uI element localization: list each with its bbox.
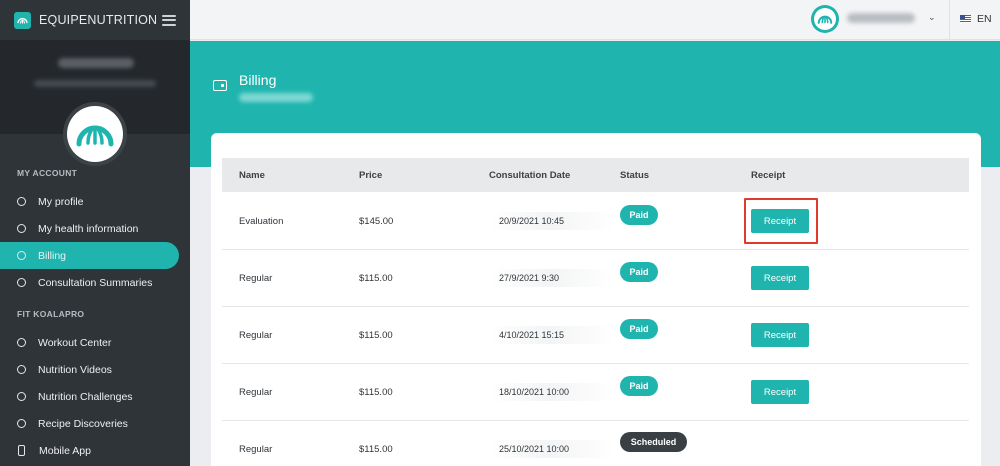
table-row: Regular $115.00 27/9/2021 9:30 Paid Rece… bbox=[222, 250, 969, 307]
row-name: Regular bbox=[239, 330, 273, 341]
circle-icon bbox=[17, 338, 26, 347]
brand-bar: EQUIPENUTRITION bbox=[0, 0, 190, 40]
row-price: $145.00 bbox=[359, 216, 394, 227]
sidebar-item-health-information[interactable]: My health information bbox=[0, 215, 190, 242]
circle-icon bbox=[17, 224, 26, 233]
sidebar-item-label: Nutrition Videos bbox=[38, 363, 112, 376]
table-row: Regular $115.00 18/10/2021 10:00 Paid Re… bbox=[222, 364, 969, 421]
chevron-down-icon[interactable]: ⌄ bbox=[928, 12, 936, 23]
billing-card: Name Price Consultation Date Status Rece… bbox=[211, 133, 981, 466]
receipt-button[interactable]: Receipt bbox=[751, 380, 809, 404]
sidebar-item-label: Mobile App bbox=[39, 444, 91, 457]
sidebar-item-label: My health information bbox=[38, 222, 139, 235]
row-name: Regular bbox=[239, 273, 273, 284]
logo-mark-icon bbox=[76, 125, 114, 147]
status-badge: Paid bbox=[620, 205, 658, 225]
circle-icon bbox=[17, 365, 26, 374]
row-name: Regular bbox=[239, 444, 273, 455]
row-price: $115.00 bbox=[359, 330, 393, 341]
sidebar-item-label: My profile bbox=[38, 195, 84, 208]
redacted-user-email bbox=[34, 80, 156, 87]
row-name: Evaluation bbox=[239, 216, 284, 227]
column-header-date: Consultation Date bbox=[489, 169, 571, 181]
row-date: 25/10/2021 10:00 bbox=[489, 440, 613, 458]
row-price: $115.00 bbox=[359, 273, 393, 284]
column-header-price: Price bbox=[359, 169, 383, 181]
logo-mark-icon bbox=[817, 15, 833, 24]
row-date: 20/9/2021 10:45 bbox=[489, 212, 613, 230]
table-row: Regular $115.00 25/10/2021 10:00 Schedul… bbox=[222, 421, 969, 466]
phone-icon bbox=[18, 445, 25, 456]
section-fit-koalapro: FIT KOALAPRO bbox=[17, 309, 85, 319]
column-header-status: Status bbox=[620, 169, 650, 181]
sidebar-item-label: Nutrition Challenges bbox=[38, 390, 133, 403]
row-date: 4/10/2021 15:15 bbox=[489, 326, 613, 344]
receipt-button[interactable]: Receipt bbox=[751, 266, 809, 290]
page-title: Billing bbox=[239, 72, 277, 88]
receipt-button[interactable]: Receipt bbox=[751, 209, 809, 233]
avatar[interactable] bbox=[63, 102, 127, 166]
table-header: Name Price Consultation Date Status Rece… bbox=[222, 158, 969, 192]
sidebar-item-nutrition-challenges[interactable]: Nutrition Challenges bbox=[0, 383, 190, 410]
row-date: 18/10/2021 10:00 bbox=[489, 383, 613, 401]
us-flag-icon bbox=[960, 15, 971, 23]
brand-logo-icon bbox=[14, 11, 31, 29]
sidebar-item-label: Workout Center bbox=[38, 336, 112, 349]
sidebar-item-nutrition-videos[interactable]: Nutrition Videos bbox=[0, 356, 190, 383]
menu-toggle-icon[interactable] bbox=[162, 14, 176, 26]
sidebar-item-consultation-summaries[interactable]: Consultation Summaries bbox=[0, 269, 190, 296]
status-badge: Paid bbox=[620, 376, 658, 396]
topbar: ⌄ EN bbox=[190, 0, 1000, 40]
sidebar-item-my-profile[interactable]: My profile bbox=[0, 188, 190, 215]
sidebar-item-label: Consultation Summaries bbox=[38, 276, 153, 289]
redacted-user-name bbox=[58, 58, 134, 68]
table-row: Regular $115.00 4/10/2021 15:15 Paid Rec… bbox=[222, 307, 969, 364]
sidebar-item-label: Billing bbox=[38, 249, 67, 262]
row-date: 27/9/2021 9:30 bbox=[489, 269, 613, 287]
sidebar-item-label: Recipe Discoveries bbox=[38, 417, 128, 430]
sidebar-item-mobile-app[interactable]: Mobile App bbox=[0, 437, 190, 464]
brand-name: EQUIPENUTRITION bbox=[39, 13, 158, 27]
status-badge: Paid bbox=[620, 319, 658, 339]
language-label: EN bbox=[977, 13, 992, 25]
sidebar: EQUIPENUTRITION MY ACCOUNT My profile My… bbox=[0, 0, 190, 466]
redacted-page-subtitle bbox=[239, 93, 313, 102]
row-price: $115.00 bbox=[359, 387, 393, 398]
circle-icon bbox=[17, 278, 26, 287]
language-selector[interactable]: EN bbox=[960, 13, 992, 25]
circle-icon bbox=[17, 251, 26, 260]
status-badge: Scheduled bbox=[620, 432, 687, 452]
table-row: Evaluation $145.00 20/9/2021 10:45 Paid … bbox=[222, 193, 969, 250]
status-badge: Paid bbox=[620, 262, 658, 282]
receipt-button[interactable]: Receipt bbox=[751, 323, 809, 347]
billing-icon bbox=[213, 80, 227, 91]
redacted-user-menu-name[interactable] bbox=[847, 13, 915, 23]
sidebar-item-workout-center[interactable]: Workout Center bbox=[0, 329, 190, 356]
circle-icon bbox=[17, 419, 26, 428]
circle-icon bbox=[17, 197, 26, 206]
sidebar-item-billing[interactable]: Billing bbox=[0, 242, 179, 269]
circle-icon bbox=[17, 392, 26, 401]
row-price: $115.00 bbox=[359, 444, 393, 455]
user-avatar[interactable] bbox=[811, 5, 839, 33]
row-name: Regular bbox=[239, 387, 273, 398]
column-header-name: Name bbox=[239, 169, 265, 181]
column-header-receipt: Receipt bbox=[751, 169, 786, 181]
sidebar-item-recipe-discoveries[interactable]: Recipe Discoveries bbox=[0, 410, 190, 437]
divider bbox=[949, 0, 950, 40]
section-my-account: MY ACCOUNT bbox=[17, 168, 78, 178]
